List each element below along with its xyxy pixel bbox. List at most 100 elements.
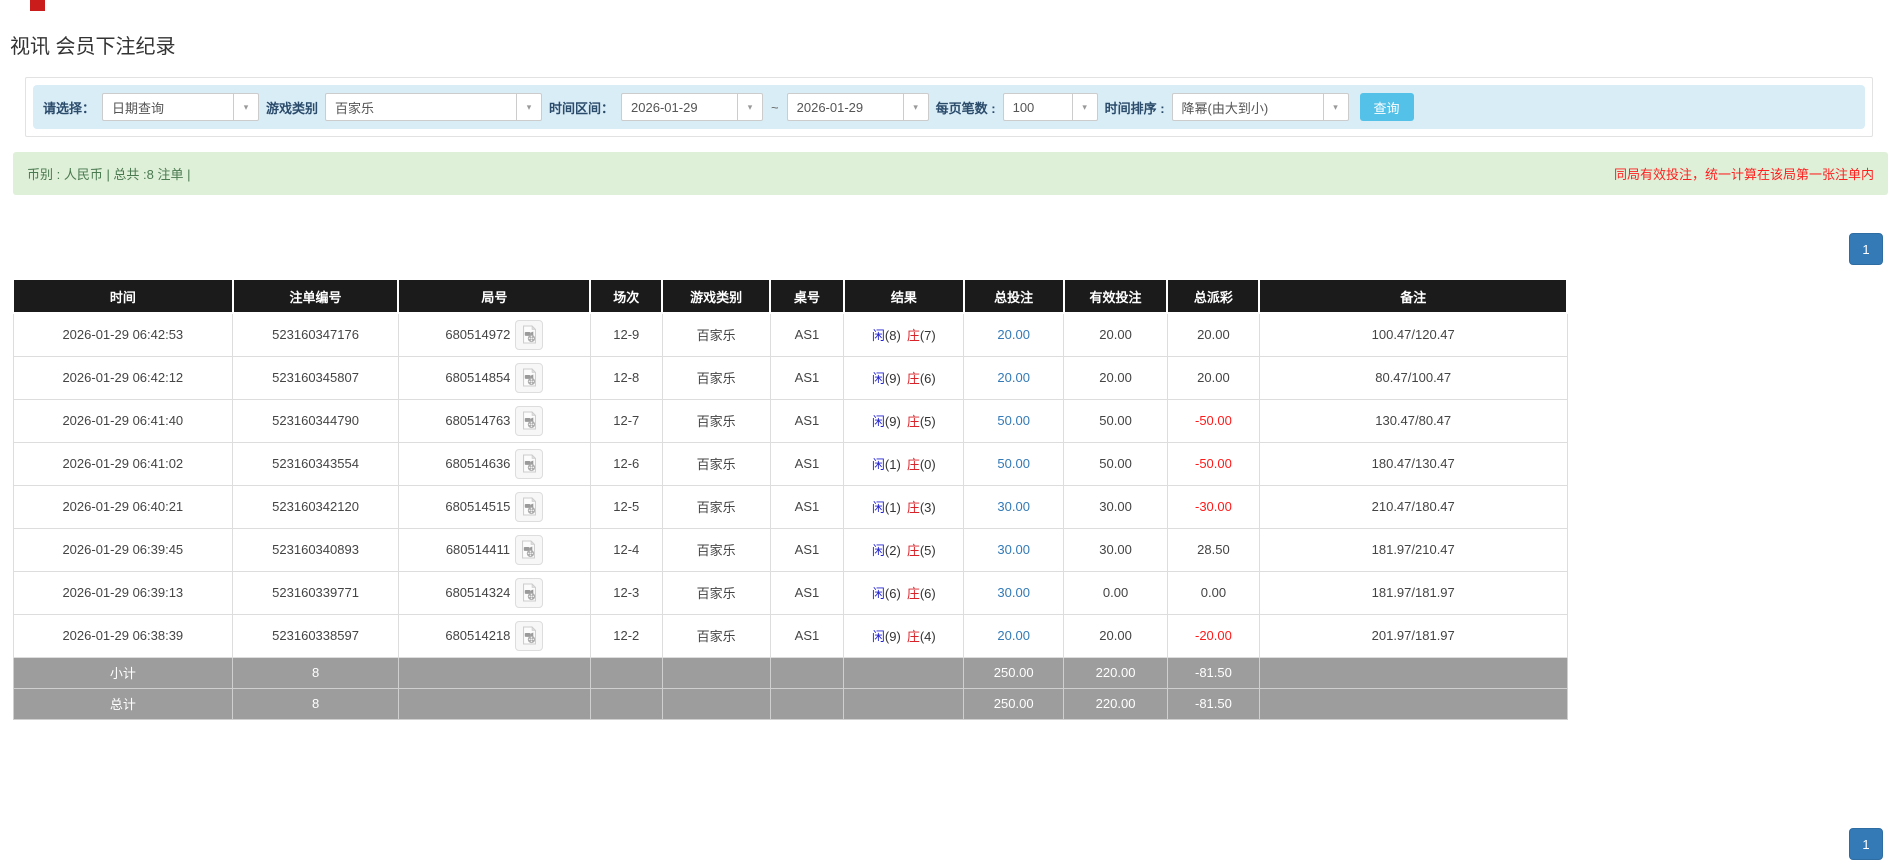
sort-order-select[interactable]: 降幂(由大到小) ▾ (1171, 93, 1349, 121)
table-number: AS1 (769, 398, 845, 443)
note: 100.47/120.47 (1258, 312, 1568, 357)
chevron-down-icon[interactable]: ▾ (1072, 93, 1098, 121)
round-number: 680514636 (445, 456, 511, 471)
banker-score: (6) (919, 371, 936, 386)
total-bet-link[interactable]: 20.00 (997, 327, 1030, 342)
note: 180.47/130.47 (1258, 441, 1568, 486)
banker-result: 庄 (906, 457, 920, 472)
currency-total-text: 币别 : 人民币 | 总共 :8 注单 | (27, 167, 191, 182)
chevron-down-icon[interactable]: ▾ (234, 93, 260, 121)
bet-time: 2026-01-29 06:42:12 (12, 355, 234, 400)
valid-bet: 50.00 (1063, 398, 1168, 443)
header-total-bet: 总投注 (962, 278, 1065, 314)
valid-bet: 50.00 (1063, 441, 1168, 486)
total-payout: -50.00 (1166, 441, 1260, 486)
total-bet-link[interactable]: 30.00 (997, 585, 1030, 600)
round-number: 680514854 (445, 370, 511, 385)
banker-result: 庄 (906, 414, 920, 429)
header-bet-number: 注单编号 (231, 278, 400, 314)
chevron-down-icon[interactable]: ▾ (738, 93, 764, 121)
page-size-select[interactable]: 100 ▾ (1002, 93, 1098, 121)
total-bet-cell: 50.00 (963, 441, 1065, 486)
video-file-icon (522, 454, 537, 473)
date-from-value: 2026-01-29 (621, 93, 739, 121)
session: 12-5 (589, 484, 663, 529)
video-replay-button[interactable] (515, 491, 544, 522)
game-type-select[interactable]: 百家乐 ▾ (325, 93, 543, 121)
game-type: 百家乐 (661, 398, 771, 443)
total-bet-cell: 30.00 (963, 570, 1065, 615)
banker-score: (5) (919, 543, 936, 558)
total-bet-cell: 20.00 (963, 355, 1065, 400)
video-file-icon (522, 497, 537, 516)
total-bet-link[interactable]: 50.00 (997, 413, 1030, 428)
note: 210.47/180.47 (1258, 484, 1568, 529)
result-cell: 闲(6) 庄(6) (843, 570, 965, 615)
game-type: 百家乐 (661, 570, 771, 615)
result-cell: 闲(1) 庄(0) (843, 441, 965, 486)
query-type-select[interactable]: 日期查询 ▾ (102, 93, 260, 121)
date-to-select[interactable]: 2026-01-29 ▾ (786, 93, 929, 121)
subtotal-payout: -81.50 (1166, 656, 1260, 689)
chevron-down-icon[interactable]: ▾ (517, 93, 543, 121)
video-replay-button[interactable] (515, 448, 544, 479)
bet-number: 523160347176 (232, 312, 399, 357)
date-to-value: 2026-01-29 (786, 93, 904, 121)
bet-time: 2026-01-29 06:39:13 (12, 570, 234, 615)
round-number-cell: 680514972 (397, 312, 591, 357)
video-replay-button[interactable] (515, 577, 544, 608)
total-bet-cell: 20.00 (963, 613, 1065, 658)
header-time: 时间 (12, 278, 234, 314)
page-1-button[interactable]: 1 (1849, 828, 1883, 860)
total-bet-link[interactable]: 20.00 (997, 628, 1030, 643)
note: 201.97/181.97 (1258, 613, 1568, 658)
video-replay-button[interactable] (515, 620, 544, 651)
total-bet-link[interactable]: 30.00 (997, 499, 1030, 514)
game-type: 百家乐 (661, 613, 771, 658)
bet-time: 2026-01-29 06:41:40 (12, 398, 234, 443)
bet-time: 2026-01-29 06:40:21 (12, 484, 234, 529)
total-payout: 20.00 (1166, 355, 1260, 400)
bet-records-table: 时间 注单编号 局号 场次 游戏类别 桌号 结果 总投注 有效投注 总派彩 备注… (12, 278, 1568, 720)
round-number-cell: 680514763 (397, 398, 591, 443)
table-row: 2026-01-29 06:42:12 523160345807 6805148… (12, 355, 1568, 400)
search-button[interactable]: 查询 (1359, 93, 1414, 121)
bet-time: 2026-01-29 06:42:53 (12, 312, 234, 357)
total-payout: 28.50 (1166, 527, 1260, 572)
header-total-payout: 总派彩 (1166, 278, 1261, 314)
table-row: 2026-01-29 06:42:53 523160347176 6805149… (12, 312, 1568, 357)
game-type: 百家乐 (661, 527, 771, 572)
query-type-value: 日期查询 (102, 93, 235, 121)
header-note: 备注 (1258, 278, 1568, 314)
session: 12-4 (589, 527, 663, 572)
player-result: 闲 (871, 457, 885, 472)
total-payout: -30.00 (1166, 484, 1260, 529)
date-from-select[interactable]: 2026-01-29 ▾ (621, 93, 764, 121)
total-bet-link[interactable]: 20.00 (997, 370, 1030, 385)
video-replay-button[interactable] (514, 534, 543, 565)
player-score: (9) (884, 629, 901, 644)
total-bet-link[interactable]: 50.00 (997, 456, 1030, 471)
red-logo-fragment (30, 0, 45, 11)
subtotal-label: 小计 (12, 656, 234, 689)
table-row: 2026-01-29 06:40:21 523160342120 6805145… (12, 484, 1568, 529)
player-result: 闲 (871, 371, 885, 386)
summary-bar: 币别 : 人民币 | 总共 :8 注单 | 同局有效投注，统一计算在该局第一张注… (13, 152, 1888, 195)
page-1-button[interactable]: 1 (1849, 233, 1883, 265)
video-file-icon (522, 325, 537, 344)
video-replay-button[interactable] (515, 319, 544, 350)
player-score: (6) (884, 586, 901, 601)
valid-bet: 30.00 (1063, 527, 1168, 572)
video-replay-button[interactable] (515, 362, 544, 393)
table-number: AS1 (769, 527, 845, 572)
total-bet-cell: 30.00 (963, 527, 1065, 572)
table-row: 2026-01-29 06:38:39 523160338597 6805142… (12, 613, 1568, 658)
game-type: 百家乐 (661, 484, 771, 529)
round-number-cell: 680514636 (397, 441, 591, 486)
player-score: (1) (884, 500, 901, 515)
chevron-down-icon[interactable]: ▾ (1323, 93, 1349, 121)
video-replay-button[interactable] (515, 405, 544, 436)
bet-number: 523160339771 (232, 570, 399, 615)
total-bet-link[interactable]: 30.00 (997, 542, 1030, 557)
chevron-down-icon[interactable]: ▾ (903, 93, 929, 121)
